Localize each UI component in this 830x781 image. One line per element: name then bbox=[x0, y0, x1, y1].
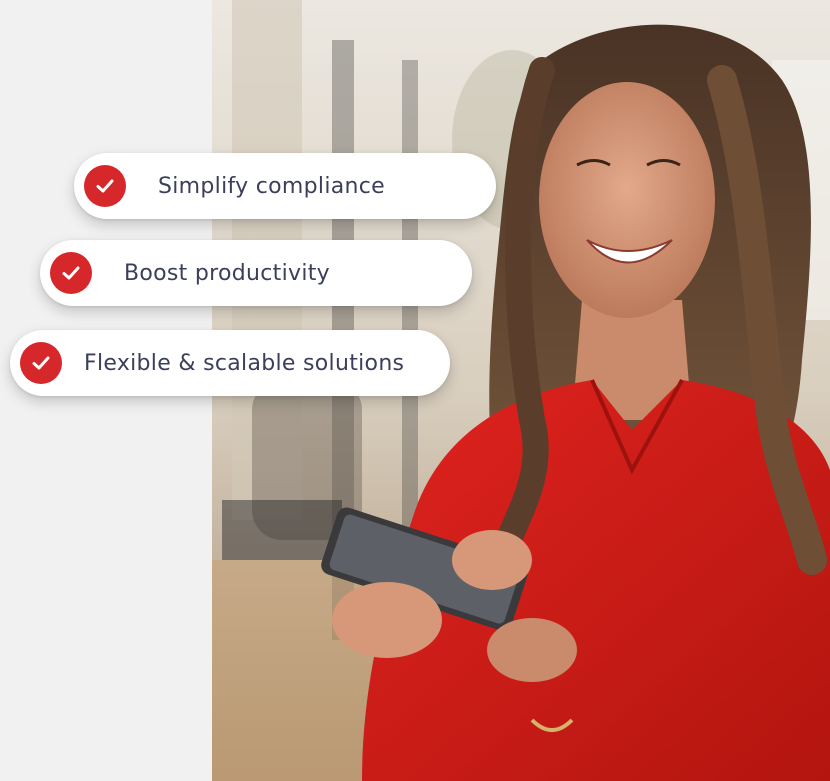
benefit-label: Flexible & scalable solutions bbox=[84, 350, 405, 376]
benefit-pill-boost-productivity: Boost productivity bbox=[40, 240, 472, 306]
hero-banner: Simplify compliance Boost productivity F… bbox=[0, 0, 830, 781]
benefit-label: Simplify compliance bbox=[158, 173, 385, 199]
check-circle-icon bbox=[84, 165, 126, 207]
check-circle-icon bbox=[20, 342, 62, 384]
benefit-label: Boost productivity bbox=[124, 260, 330, 286]
benefit-pill-simplify-compliance: Simplify compliance bbox=[74, 153, 496, 219]
check-circle-icon bbox=[50, 252, 92, 294]
benefit-pill-flexible-scalable: Flexible & scalable solutions bbox=[10, 330, 450, 396]
